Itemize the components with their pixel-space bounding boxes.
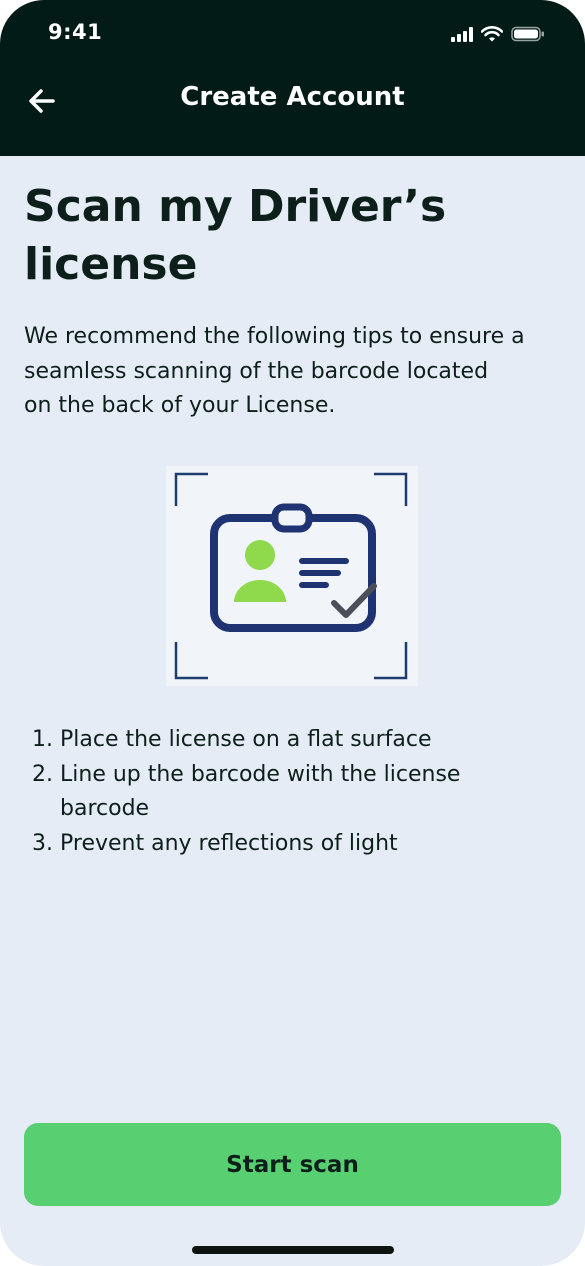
start-scan-button[interactable]: Start scan <box>24 1123 561 1206</box>
header-title: Create Account <box>180 82 405 112</box>
tips-list: 1. Place the license on a flat surface 2… <box>32 723 552 861</box>
tip-text: Line up the barcode with the license bar… <box>60 761 461 822</box>
main-content: Scan my Driver’s license We recommend th… <box>24 178 564 424</box>
tip-number: 1. <box>32 727 53 752</box>
id-card-illustration <box>166 466 418 686</box>
cellular-signal-icon <box>451 26 473 42</box>
battery-icon <box>511 26 544 42</box>
app-header: 9:41 Create Account <box>0 0 585 156</box>
intro-line-1: We recommend the following tips to ensur… <box>24 324 525 349</box>
page-title-line-1: Scan my Driver’s <box>24 181 447 232</box>
status-time: 9:41 <box>48 20 103 44</box>
home-indicator <box>192 1246 394 1254</box>
tip-text: Prevent any reflections of light <box>60 830 398 856</box>
tip-item: 2. Line up the barcode with the license … <box>32 758 552 827</box>
tip-number: 3. <box>32 830 53 856</box>
wifi-icon <box>481 26 503 42</box>
id-card-check-icon <box>174 472 408 680</box>
page-title: Scan my Driver’s license <box>24 178 564 294</box>
phone-screen: 9:41 Create Account Scan my Driver’s lic… <box>0 0 585 1266</box>
intro-line-3: on the back of your License. <box>24 393 336 418</box>
status-icons <box>451 22 545 46</box>
tip-item: 3. Prevent any reflections of light <box>32 827 552 862</box>
tip-item: 1. Place the license on a flat surface <box>32 723 552 758</box>
intro-text: We recommend the following tips to ensur… <box>24 320 569 424</box>
page-title-line-2: license <box>24 239 198 290</box>
tip-text: Place the license on a flat surface <box>60 727 432 752</box>
intro-line-2: seamless scanning of the barcode located <box>24 358 489 384</box>
tip-number: 2. <box>32 761 53 787</box>
